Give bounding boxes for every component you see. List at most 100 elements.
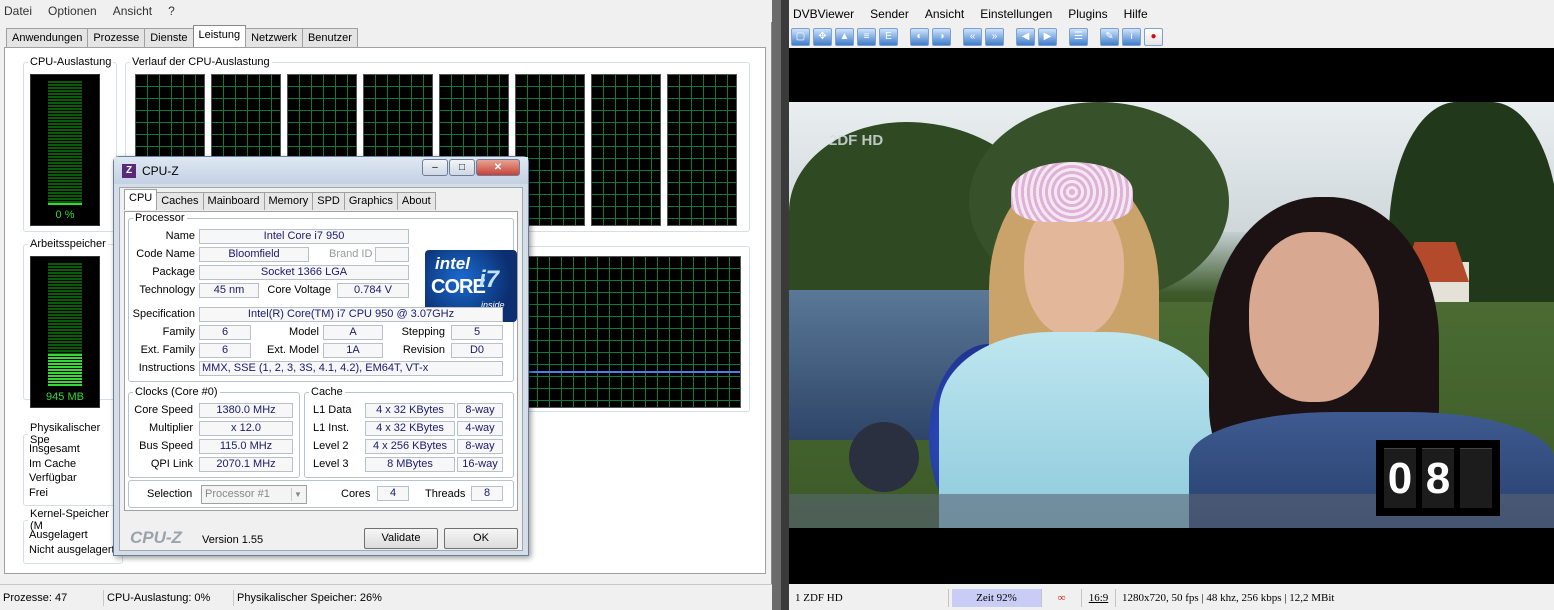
validate-button[interactable]: Validate — [364, 528, 438, 549]
info-icon[interactable]: i — [1122, 28, 1141, 46]
dvb-toolbar: ▢ ✥ ▲ ≡ E ◐ ◑ «» ◀ ▶ ☰ ✎ i ● — [791, 27, 1163, 47]
extmodel-value: 1A — [323, 343, 383, 358]
processor-select-value: Processor #1 — [205, 488, 270, 500]
tab-about[interactable]: About — [396, 192, 436, 210]
channel-digit: 0 — [1384, 448, 1416, 508]
tab-graphics[interactable]: Graphics — [343, 192, 398, 210]
status-memory: Physikalischer Speicher: 26% — [237, 591, 382, 604]
model-label: Model — [289, 326, 319, 338]
channel-prev-icon[interactable]: ◐ — [910, 28, 929, 46]
tab-netzwerk[interactable]: Netzwerk — [245, 28, 303, 47]
phys-total-label: Insgesamt — [29, 443, 80, 455]
processor-select[interactable]: Processor #1 ▼ — [201, 485, 307, 504]
dvb-menu-plugins[interactable]: Plugins — [1068, 7, 1107, 21]
epg-icon[interactable]: E — [879, 28, 898, 46]
dvb-menu-ansicht[interactable]: Ansicht — [925, 7, 964, 21]
threads-value: 8 — [471, 486, 503, 501]
rewind-icon[interactable]: « — [963, 28, 982, 46]
memory-title: Arbeitsspeicher — [30, 238, 106, 250]
tab-anwendungen[interactable]: Anwendungen — [6, 28, 89, 47]
tab-cpu[interactable]: CPU — [124, 189, 158, 210]
dvb-menu-sender[interactable]: Sender — [870, 7, 909, 21]
dvb-menubar: DVBViewer Sender Ansicht Einstellungen P… — [793, 4, 1148, 24]
busspeed-value: 115.0 MHz — [199, 439, 293, 454]
l1d-way: 8-way — [457, 403, 503, 418]
multiplier-label: Multiplier — [148, 422, 193, 434]
tab-spd[interactable]: SPD — [312, 192, 345, 210]
channel-logo: 2DF HD — [829, 132, 884, 149]
fullscreen-icon[interactable]: ✥ — [813, 28, 832, 46]
technology-value: 45 nm — [199, 283, 259, 298]
tab-dienste[interactable]: Dienste — [144, 28, 194, 47]
cpu-usage-title: CPU-Auslastung — [30, 56, 112, 68]
video-icon[interactable]: ▲ — [835, 28, 854, 46]
cpu-usage-value: 0 % — [55, 209, 75, 221]
cpuz-titlebar[interactable]: Z CPU-Z – □ ✕ — [114, 157, 528, 184]
stepping-label: Stepping — [401, 326, 445, 338]
revision-value: D0 — [451, 343, 503, 358]
l1i-label: L1 Inst. — [313, 422, 350, 434]
brandid-value — [375, 247, 409, 262]
tab-leistung[interactable]: Leistung — [192, 25, 247, 47]
tab-benutzer[interactable]: Benutzer — [301, 28, 358, 47]
package-value: Socket 1366 LGA — [199, 265, 409, 280]
l1d-value: 4 x 32 KBytes — [365, 403, 455, 418]
next-icon[interactable]: ▶ — [1038, 28, 1057, 46]
tab-mainboard[interactable]: Mainboard — [202, 192, 265, 210]
l1i-value: 4 x 32 KBytes — [365, 421, 455, 436]
status-aspect: 16:9 — [1082, 589, 1116, 607]
dvb-menu-einstellungen[interactable]: Einstellungen — [980, 7, 1052, 21]
channel-digit: 8 — [1422, 448, 1454, 508]
tm-menu-optionen[interactable]: Optionen — [48, 4, 97, 18]
window-icon[interactable]: ▢ — [791, 28, 810, 46]
cpu-core-graph — [667, 74, 737, 226]
version-label: Version 1.55 — [202, 534, 264, 546]
l1d-label: L1 Data — [313, 404, 352, 416]
dvb-menu-hilfe[interactable]: Hilfe — [1124, 7, 1148, 21]
epg-list-icon[interactable]: ≡ — [857, 28, 876, 46]
kernel-nonpaged-label: Nicht ausgelagert — [29, 544, 115, 556]
brandid-label: Brand ID — [329, 248, 373, 260]
specification-label: Specification — [132, 308, 195, 320]
video-area[interactable]: 2DF HD 08 — [789, 48, 1554, 584]
minimize-icon[interactable]: – — [422, 159, 448, 176]
maximize-icon[interactable]: □ — [449, 159, 475, 176]
close-icon[interactable]: ✕ — [476, 159, 520, 176]
threads-label: Threads — [425, 488, 466, 500]
video-frame: 2DF HD 08 — [789, 102, 1554, 528]
back-icon[interactable]: ◀ — [1016, 28, 1035, 46]
list-icon[interactable]: ☰ — [1069, 28, 1088, 46]
cores-value: 4 — [377, 486, 409, 501]
tm-menu-ansicht[interactable]: Ansicht — [113, 4, 152, 18]
voltage-value: 0.784 V — [337, 283, 409, 298]
forward-icon[interactable]: » — [985, 28, 1004, 46]
clocks-group-title: Clocks (Core #0) — [135, 386, 218, 398]
tm-menu-help[interactable]: ? — [168, 4, 175, 18]
tm-tabs: Anwendungen Prozesse Dienste Leistung Ne… — [6, 25, 358, 47]
cpuz-footer-logo: CPU-Z — [130, 528, 182, 547]
chevron-down-icon: ▼ — [291, 488, 304, 501]
stepping-value: 5 — [451, 325, 503, 340]
tab-memory[interactable]: Memory — [263, 192, 314, 210]
revision-label: Revision — [402, 344, 445, 356]
phys-available-label: Verfügbar — [29, 472, 77, 484]
status-stream-info: 1280x720, 50 fps | 48 khz, 256 kbps | 12… — [1122, 592, 1335, 604]
tm-statusbar: Prozesse: 47 CPU-Auslastung: 0% Physikal… — [0, 584, 772, 610]
tm-menu-datei[interactable]: Datei — [4, 4, 32, 18]
tab-caches[interactable]: Caches — [156, 192, 204, 210]
voltage-label: Core Voltage — [267, 284, 331, 296]
cpuz-title: CPU-Z — [142, 164, 179, 178]
dvb-statusbar: 1 ZDF HD Zeit 92% ∞ 16:9 1280x720, 50 fp… — [789, 586, 1554, 610]
corespeed-value: 1380.0 MHz — [199, 403, 293, 418]
tab-prozesse[interactable]: Prozesse — [87, 28, 146, 47]
channel-next-icon[interactable]: ◑ — [932, 28, 951, 46]
qpi-value: 2070.1 MHz — [199, 457, 293, 472]
channel-digit-flipping — [1460, 448, 1492, 508]
record-icon[interactable]: ● — [1144, 28, 1163, 46]
cpuz-app-icon: Z — [122, 164, 136, 178]
memory-meter: 945 MB — [30, 256, 100, 408]
status-processes: Prozesse: 47 — [0, 589, 104, 606]
settings-icon[interactable]: ✎ — [1100, 28, 1119, 46]
dvb-menu-dvbviewer[interactable]: DVBViewer — [793, 7, 854, 21]
ok-button[interactable]: OK — [444, 528, 518, 549]
